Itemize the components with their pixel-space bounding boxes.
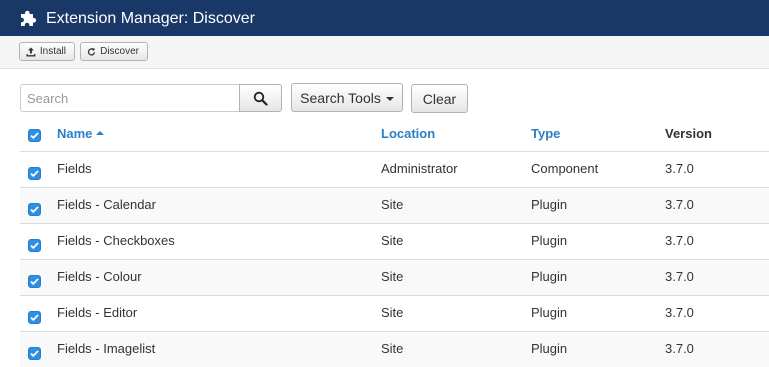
cell-version: 3.7.0 [665,305,694,320]
cell-name: Fields [57,161,92,176]
install-label: Install [39,46,66,57]
sort-ascending-icon [96,130,105,135]
cell-location: Site [381,305,404,320]
table-row: Fields - Editor Site Plugin 3.7.0 [20,296,769,332]
check-icon [30,132,39,140]
cell-location: Site [381,269,404,284]
column-header-version: Version [665,126,712,141]
cell-version: 3.7.0 [665,341,694,356]
puzzle-piece-icon [21,10,37,26]
select-all-checkbox[interactable] [28,129,41,142]
extensions-table: Name Location Type Version Fields Admini… [20,116,769,367]
caret-down-icon [385,96,394,101]
cell-location: Administrator [381,161,458,176]
search-tools-button[interactable]: Search Tools [291,83,403,112]
install-button[interactable]: Install [19,42,75,61]
row-checkbox[interactable] [28,347,41,360]
cell-type: Plugin [531,233,568,248]
row-checkbox[interactable] [28,167,41,180]
discover-button[interactable]: Discover [80,42,148,61]
cell-name: Fields - Editor [57,305,138,320]
row-checkbox[interactable] [28,311,41,324]
cell-name: Fields - Checkboxes [57,233,175,248]
cell-type: Plugin [531,269,568,284]
cell-type: Plugin [531,305,568,320]
cell-location: Site [381,341,404,356]
search-tools-label: Search Tools [300,89,381,106]
cell-version: 3.7.0 [665,161,694,176]
check-icon [30,350,39,358]
row-checkbox[interactable] [28,239,41,252]
cell-name: Fields - Imagelist [57,341,156,356]
row-checkbox[interactable] [28,203,41,216]
toolbar: Install Discover [0,36,769,69]
cell-name: Fields - Colour [57,269,142,284]
cell-version: 3.7.0 [665,233,694,248]
cell-type: Plugin [531,197,568,212]
select-all-cell [28,116,42,152]
column-header-type[interactable]: Type [531,116,560,152]
table-row: Fields - Checkboxes Site Plugin 3.7.0 [20,224,769,260]
refresh-icon [87,47,96,56]
column-header-location[interactable]: Location [381,116,435,152]
row-checkbox[interactable] [28,275,41,288]
search-button[interactable] [239,84,282,112]
search-icon [253,91,268,106]
cell-version: 3.7.0 [665,269,694,284]
check-icon [30,314,39,322]
cell-type: Component [531,161,599,176]
table-header-row: Name Location Type Version [20,116,769,152]
table-row: Fields - Colour Site Plugin 3.7.0 [20,260,769,296]
table-row: Fields Administrator Component 3.7.0 [20,152,769,188]
search-input[interactable] [20,84,240,112]
clear-label: Clear [422,90,457,107]
check-icon [30,242,39,250]
cell-location: Site [381,233,404,248]
table-row: Fields - Calendar Site Plugin 3.7.0 [20,188,769,224]
check-icon [30,206,39,214]
check-icon [30,170,39,178]
page-header: Extension Manager: Discover [0,0,769,36]
table-row: Fields - Imagelist Site Plugin 3.7.0 [20,332,769,367]
clear-button[interactable]: Clear [411,84,468,113]
upload-icon [26,47,36,56]
check-icon [30,278,39,286]
page-title: Extension Manager: Discover [46,10,255,27]
cell-version: 3.7.0 [665,197,694,212]
cell-location: Site [381,197,404,212]
discover-label: Discover [100,46,139,57]
cell-type: Plugin [531,341,568,356]
cell-name: Fields - Calendar [57,197,156,212]
column-header-name[interactable]: Name [57,116,105,152]
